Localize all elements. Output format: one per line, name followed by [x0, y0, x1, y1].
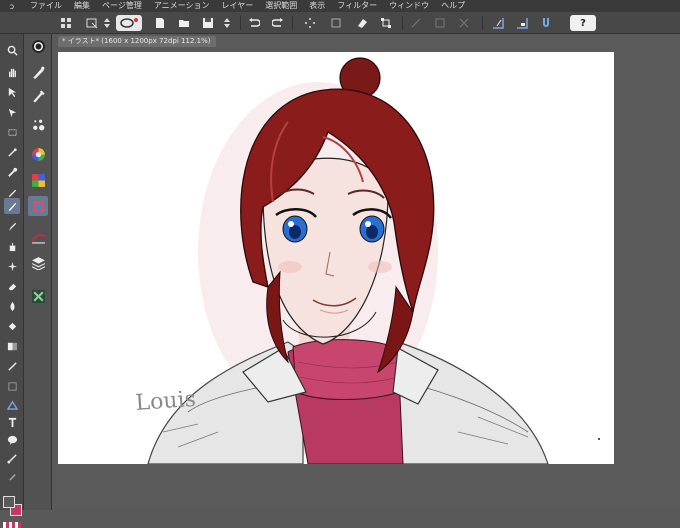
brush-size-icon[interactable]	[28, 114, 48, 134]
navigator-icon[interactable]	[28, 36, 48, 56]
app-logo-icon[interactable]: ↄ	[0, 0, 24, 12]
menu-selection[interactable]: 選択範囲	[259, 0, 303, 12]
fill-icon[interactable]	[4, 318, 20, 334]
redo-icon[interactable]	[270, 15, 286, 31]
intermediate-color-icon[interactable]	[28, 196, 48, 216]
color-wheel-icon[interactable]	[28, 144, 48, 164]
move-layer-icon[interactable]	[4, 104, 20, 120]
help-button[interactable]: ?	[570, 15, 596, 31]
menu-view[interactable]: 表示	[303, 0, 331, 12]
text-icon[interactable]	[4, 414, 20, 430]
sub-tool-icon[interactable]	[28, 62, 48, 82]
undo-icon[interactable]	[246, 15, 262, 31]
transform-icon[interactable]	[328, 15, 344, 31]
operation-icon[interactable]	[4, 84, 20, 100]
document-tab[interactable]: * イラスト* (1600 x 1200px 72dpi 112.1%)	[58, 36, 217, 47]
menu-animation[interactable]: アニメーション	[148, 0, 216, 12]
zoom-icon[interactable]	[4, 42, 20, 58]
drawing-canvas[interactable]: Louis	[58, 52, 614, 464]
disabled-tool-icon	[456, 15, 472, 31]
menu-filter[interactable]: フィルター	[331, 0, 383, 12]
transparent-color-swatch[interactable]	[3, 522, 21, 528]
tool-palette	[0, 34, 24, 528]
artist-signature: Louis	[135, 387, 197, 416]
layer-property-icon[interactable]	[28, 226, 48, 246]
perspective-ruler-icon[interactable]	[514, 15, 530, 31]
color-set-icon[interactable]	[28, 170, 48, 190]
stepper-icon[interactable]	[102, 15, 112, 31]
ruler-icon[interactable]	[490, 15, 506, 31]
new-file-icon[interactable]	[152, 15, 168, 31]
eraser-icon[interactable]	[4, 278, 20, 294]
main-color-swatch[interactable]	[3, 496, 15, 508]
balloon-icon[interactable]	[4, 432, 20, 448]
palette-dock	[24, 34, 52, 510]
ruler-tool-icon[interactable]	[4, 396, 20, 412]
makeup-icon[interactable]	[4, 468, 20, 484]
menu-edit[interactable]: 編集	[68, 0, 96, 12]
gradient-icon[interactable]	[4, 338, 20, 354]
brush-icon[interactable]	[4, 218, 20, 234]
clip-studio-logo-icon[interactable]	[116, 15, 142, 31]
selection-icon[interactable]	[4, 124, 20, 140]
save-icon[interactable]	[200, 15, 216, 31]
grid-layout-icon[interactable]	[58, 15, 74, 31]
menu-bar: ↄ ファイル 編集 ページ管理 アニメーション レイヤー 選択範囲 表示 フィル…	[0, 0, 680, 12]
command-bar: ?	[0, 12, 680, 34]
pencil-icon[interactable]	[4, 198, 20, 214]
decoration-icon[interactable]	[4, 258, 20, 274]
document-area: * イラスト* (1600 x 1200px 72dpi 112.1%) Lou…	[52, 34, 680, 510]
eyedropper-icon[interactable]	[4, 164, 20, 180]
material-icon[interactable]	[28, 286, 48, 306]
frame-border-icon[interactable]	[4, 378, 20, 394]
blend-icon[interactable]	[4, 298, 20, 314]
open-folder-icon[interactable]	[176, 15, 192, 31]
loading-icon[interactable]	[302, 15, 318, 31]
hand-icon[interactable]	[4, 64, 20, 80]
tool-property-icon[interactable]	[28, 86, 48, 106]
airbrush-icon[interactable]	[4, 238, 20, 254]
snap-icon[interactable]	[538, 15, 554, 31]
menu-layer[interactable]: レイヤー	[216, 0, 260, 12]
clear-icon[interactable]	[354, 15, 370, 31]
artwork-illustration: Louis	[135, 57, 600, 464]
disabled-tool-icon	[432, 15, 448, 31]
menu-window[interactable]: ウィンドウ	[383, 0, 435, 12]
figure-icon[interactable]	[4, 358, 20, 374]
correct-line-icon[interactable]	[4, 450, 20, 466]
layer-icon[interactable]	[28, 252, 48, 272]
scale-selection-icon[interactable]	[378, 15, 394, 31]
auto-select-icon[interactable]	[4, 144, 20, 160]
menu-help[interactable]: ヘルプ	[435, 0, 471, 12]
disabled-tool-icon	[408, 15, 424, 31]
menu-file[interactable]: ファイル	[24, 0, 68, 12]
menu-page-management[interactable]: ページ管理	[96, 0, 148, 12]
stepper-icon[interactable]	[222, 15, 232, 31]
new-window-icon[interactable]	[84, 15, 100, 31]
